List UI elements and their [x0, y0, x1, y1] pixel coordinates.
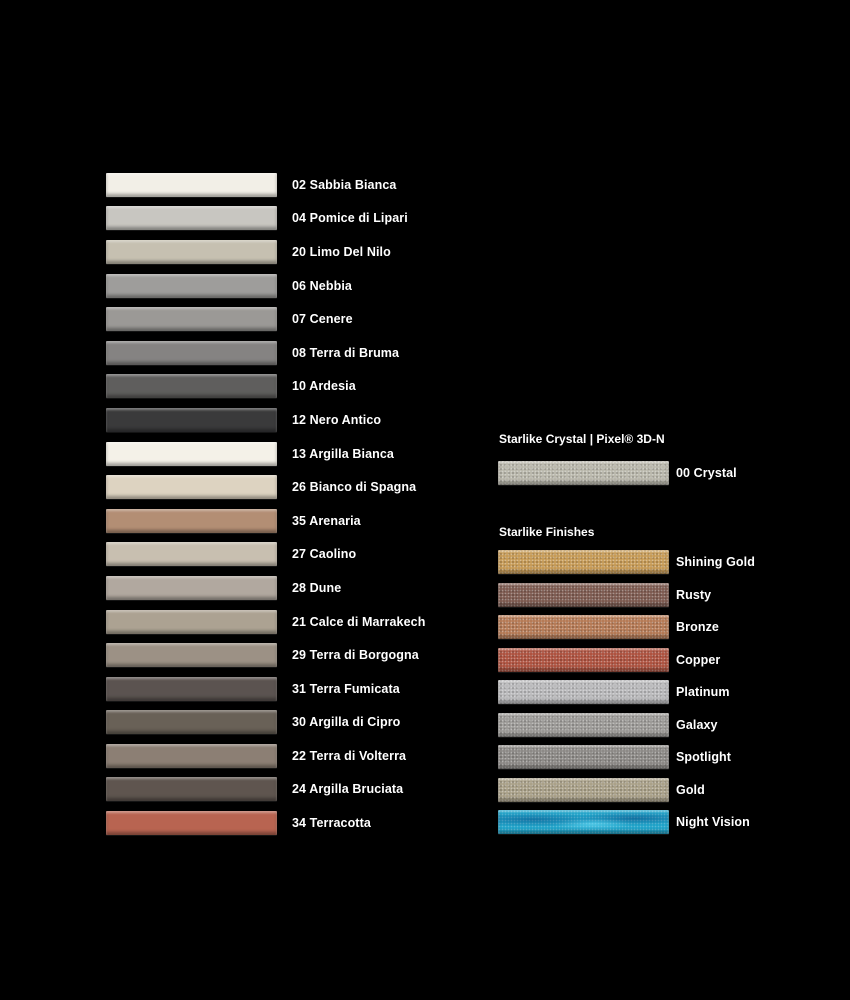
color-swatch-label: 28 Dune: [292, 580, 342, 595]
color-swatch: [106, 374, 277, 399]
color-swatch-label: 29 Terra di Borgogna: [292, 648, 419, 663]
color-swatch: [106, 609, 277, 634]
color-swatch-item: 21 Calce di Marrakech: [106, 605, 425, 639]
color-swatch-item: 13 Argilla Bianca: [106, 437, 425, 471]
color-swatch-item: Shining Gold: [498, 546, 755, 579]
color-swatch-item: Bronze: [498, 611, 755, 644]
crystal-color-list: 00 Crystal: [498, 458, 737, 488]
color-swatch-label: 26 Bianco di Spagna: [292, 480, 417, 495]
color-swatch: [498, 680, 669, 705]
color-swatch-label: 10 Ardesia: [292, 379, 356, 394]
color-swatch-item: Spotlight: [498, 741, 755, 774]
color-swatch-item: 02 Sabbia Bianca: [106, 168, 425, 202]
color-swatch: [106, 743, 277, 768]
color-swatch: [498, 810, 669, 835]
color-swatch-item: 22 Terra di Volterra: [106, 739, 425, 773]
color-swatch: [498, 461, 669, 485]
color-swatch-label: Copper: [676, 652, 721, 667]
color-swatch: [498, 647, 669, 672]
color-swatch-label: 35 Arenaria: [292, 513, 361, 528]
color-swatch-item: Night Vision: [498, 806, 755, 839]
color-swatch-label: 34 Terracotta: [292, 816, 371, 831]
color-swatch-item: 30 Argilla di Cipro: [106, 706, 425, 740]
color-swatch-item: Gold: [498, 774, 755, 807]
color-swatch-label: 13 Argilla Bianca: [292, 446, 394, 461]
color-swatch: [498, 745, 669, 770]
color-swatch: [498, 582, 669, 607]
color-swatch-label: 02 Sabbia Bianca: [292, 177, 397, 192]
color-swatch: [498, 550, 669, 575]
color-swatch: [106, 172, 277, 197]
color-swatch-item: 00 Crystal: [498, 458, 737, 488]
crystal-section-title: Starlike Crystal | Pixel® 3D-N: [499, 432, 665, 446]
color-swatch-label: Rusty: [676, 587, 712, 602]
color-swatch-label: 22 Terra di Volterra: [292, 748, 407, 763]
color-swatch: [498, 777, 669, 802]
color-swatch-label: Galaxy: [676, 717, 718, 732]
color-swatch-label: Shining Gold: [676, 555, 755, 570]
color-swatch-item: 07 Cenere: [106, 302, 425, 336]
color-swatch-item: Platinum: [498, 676, 755, 709]
color-swatch-label: Spotlight: [676, 750, 732, 765]
color-swatch: [106, 407, 277, 432]
color-swatch: [106, 206, 277, 231]
color-swatch-label: 12 Nero Antico: [292, 412, 382, 427]
color-swatch-item: 04 Pomice di Lipari: [106, 202, 425, 236]
color-swatch-item: 26 Bianco di Spagna: [106, 470, 425, 504]
color-swatch: [106, 811, 277, 836]
color-swatch: [106, 575, 277, 600]
color-swatch-item: 29 Terra di Borgogna: [106, 638, 425, 672]
color-swatch: [498, 712, 669, 737]
color-swatch-item: 06 Nebbia: [106, 269, 425, 303]
color-swatch-label: Platinum: [676, 685, 730, 700]
color-swatch: [106, 542, 277, 567]
color-swatch-item: Copper: [498, 644, 755, 677]
color-swatch: [106, 475, 277, 500]
color-swatch-item: 31 Terra Fumicata: [106, 672, 425, 706]
color-swatch-label: 21 Calce di Marrakech: [292, 614, 426, 629]
color-swatch-label: 30 Argilla di Cipro: [292, 715, 401, 730]
color-swatch-label: Gold: [676, 782, 705, 797]
color-swatch: [106, 777, 277, 802]
color-swatch-label: 07 Cenere: [292, 312, 353, 327]
color-swatch-label: 31 Terra Fumicata: [292, 681, 400, 696]
color-swatch-label: Night Vision: [676, 815, 750, 830]
classic-color-list: 02 Sabbia Bianca 04 Pomice di Lipari 20 Li…: [106, 168, 425, 840]
color-swatch: [106, 273, 277, 298]
color-swatch: [498, 615, 669, 640]
color-swatch: [106, 441, 277, 466]
color-swatch-item: 24 Argilla Bruciata: [106, 773, 425, 807]
color-swatch-item: 34 Terracotta: [106, 806, 425, 840]
color-swatch-item: 27 Caolino: [106, 538, 425, 572]
color-swatch-item: 08 Terra di Bruma: [106, 336, 425, 370]
color-swatch-item: Galaxy: [498, 709, 755, 742]
color-swatch: [106, 307, 277, 332]
finishes-color-list: Shining Gold Rusty Bronze Copper Platinum Gal…: [498, 546, 755, 839]
color-swatch-item: 20 Limo Del Nilo: [106, 235, 425, 269]
color-swatch: [106, 676, 277, 701]
color-swatch-label: 00 Crystal: [676, 466, 737, 480]
color-swatch-label: 08 Terra di Bruma: [292, 345, 400, 360]
color-swatch-item: 28 Dune: [106, 571, 425, 605]
color-swatch: [106, 508, 277, 533]
color-swatch-item: 35 Arenaria: [106, 504, 425, 538]
color-swatch-item: 12 Nero Antico: [106, 403, 425, 437]
color-swatch-label: 04 Pomice di Lipari: [292, 211, 408, 226]
color-swatch-item: 10 Ardesia: [106, 370, 425, 404]
color-swatch-label: 27 Caolino: [292, 547, 357, 562]
color-swatch: [106, 340, 277, 365]
color-swatch-label: 06 Nebbia: [292, 278, 352, 293]
color-swatch-item: Rusty: [498, 579, 755, 612]
color-swatch: [106, 239, 277, 264]
color-swatch-label: 24 Argilla Bruciata: [292, 782, 404, 797]
color-swatch-label: Bronze: [676, 620, 719, 635]
finishes-section-title: Starlike Finishes: [499, 525, 595, 539]
color-swatch-label: 20 Limo Del Nilo: [292, 244, 391, 259]
color-swatch: [106, 710, 277, 735]
color-swatch: [106, 643, 277, 668]
